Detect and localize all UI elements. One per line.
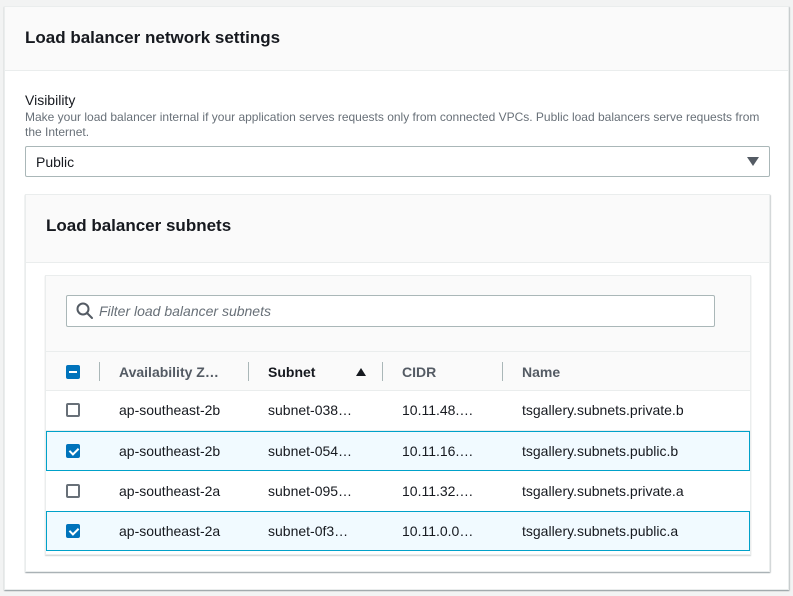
column-header-cidr[interactable]: CIDR	[402, 352, 436, 391]
caret-down-icon	[747, 157, 759, 166]
panel-title: Load balancer network settings	[25, 28, 281, 47]
subnets-title: Load balancer subnets	[46, 216, 232, 235]
network-settings-panel: Load balancer network settings Visibilit…	[4, 6, 789, 590]
table-header: Availability Z… Subnet CIDR Name	[46, 352, 750, 391]
cell-subnet: subnet-0f3…	[268, 523, 349, 539]
cell-cidr: 10.11.32.…	[402, 483, 474, 499]
panel-header: Load balancer network settings	[5, 7, 788, 71]
cell-name: tsgallery.subnets.public.a	[522, 523, 679, 539]
cell-az: ap-southeast-2a	[119, 523, 221, 539]
filter-input[interactable]	[99, 303, 699, 319]
row-checkbox[interactable]	[66, 484, 80, 498]
cell-az: ap-southeast-2b	[119, 443, 221, 459]
cell-az: ap-southeast-2a	[119, 483, 221, 499]
table-row[interactable]: ap-southeast-2a subnet-095… 10.11.32.… t…	[46, 472, 750, 512]
visibility-label: Visibility	[25, 92, 76, 108]
column-header-subnet[interactable]: Subnet	[268, 352, 315, 391]
cell-subnet: subnet-054…	[268, 443, 353, 459]
column-header-name[interactable]: Name	[522, 352, 560, 391]
visibility-select-value: Public	[36, 153, 75, 170]
table-row[interactable]: ap-southeast-2a subnet-0f3… 10.11.0.0… t…	[46, 511, 750, 551]
filter-field[interactable]	[66, 295, 715, 327]
visibility-description: Make your load balancer internal if your…	[25, 110, 760, 139]
cell-subnet: subnet-038…	[268, 402, 353, 418]
filter-bar	[46, 276, 750, 352]
subnets-header: Load balancer subnets	[26, 195, 769, 263]
header-checkbox-cell	[66, 352, 80, 391]
select-all-checkbox[interactable]	[66, 364, 80, 379]
column-divider[interactable]	[382, 362, 383, 381]
column-divider[interactable]	[99, 362, 100, 381]
column-divider[interactable]	[248, 362, 249, 381]
subnets-table: Availability Z… Subnet CIDR Name ap-sout…	[45, 275, 751, 555]
visibility-select[interactable]: Public	[25, 146, 770, 177]
row-checkbox[interactable]	[66, 403, 80, 417]
cell-subnet: subnet-095…	[268, 483, 353, 499]
table-row[interactable]: ap-southeast-2b subnet-054… 10.11.16.… t…	[46, 431, 750, 471]
cell-name: tsgallery.subnets.private.a	[522, 483, 684, 499]
cell-az: ap-southeast-2b	[119, 402, 221, 418]
cell-name: tsgallery.subnets.private.b	[522, 402, 684, 418]
row-checkbox[interactable]	[66, 524, 80, 538]
cell-cidr: 10.11.48.…	[402, 402, 474, 418]
row-checkbox[interactable]	[66, 444, 80, 458]
subnets-container: Load balancer subnets Filter load balanc…	[25, 194, 770, 572]
cell-name: tsgallery.subnets.public.b	[522, 443, 679, 459]
table-row[interactable]: ap-southeast-2b subnet-038… 10.11.48.… t…	[46, 391, 750, 431]
column-divider[interactable]	[502, 362, 503, 381]
cell-cidr: 10.11.0.0…	[402, 523, 474, 539]
search-icon	[75, 301, 95, 321]
sort-ascending-icon[interactable]	[356, 352, 366, 391]
column-header-az[interactable]: Availability Z…	[119, 352, 219, 391]
cell-cidr: 10.11.16.…	[402, 443, 474, 459]
